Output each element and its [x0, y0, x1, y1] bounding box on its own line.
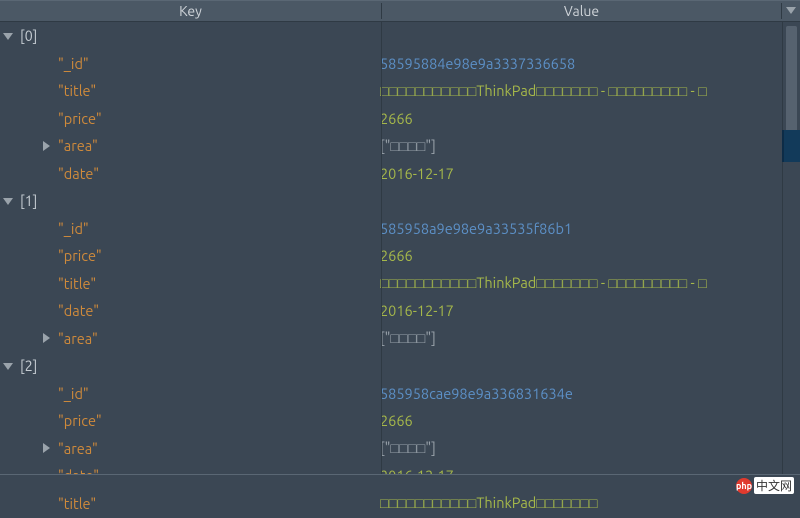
tree-row[interactable]: "_id" 585958cae98e9a336831634e — [0, 380, 781, 408]
expander-closed-icon[interactable] — [40, 442, 52, 454]
key-text: "_id" — [58, 385, 89, 402]
expander-closed-icon[interactable] — [40, 332, 52, 344]
key-text: "area" — [58, 330, 98, 347]
key-cell: "title" — [40, 275, 380, 292]
key-cell: "area" — [40, 137, 380, 154]
key-cell: [1] — [2, 192, 382, 209]
key-text: [0] — [20, 27, 37, 44]
expander-open-icon[interactable] — [2, 30, 14, 42]
watermark-text: 中文网 — [754, 477, 794, 494]
value-cell: 2016-12-17 — [380, 302, 781, 319]
tree-row[interactable]: [0] — [0, 22, 781, 50]
column-header-key[interactable]: Key — [0, 3, 382, 19]
key-cell: [0] — [2, 27, 382, 44]
key-text: "date" — [58, 302, 99, 319]
key-cell: "title" — [40, 82, 380, 99]
tree-row[interactable]: "area" ["□□□□"] — [0, 325, 781, 353]
side-marker — [782, 130, 800, 162]
key-cell: [2] — [2, 357, 382, 374]
column-menu-button[interactable] — [782, 7, 800, 15]
key-text: "_id" — [58, 55, 89, 72]
tree-row[interactable]: "price" 2666 — [0, 407, 781, 435]
tree-row[interactable]: "title" □□□□□□□□□□□ThinkPad□□□□□□□ - □□□□… — [0, 77, 781, 105]
key-text: "title" — [58, 82, 96, 99]
value-cell: 2666 — [380, 412, 781, 429]
value-cell: 2016-12-17 — [380, 165, 781, 182]
value-cell: 2666 — [380, 247, 781, 264]
key-text: "date" — [58, 165, 99, 182]
value-cell: 2666 — [380, 110, 781, 127]
value-cell: ["□□□□"] — [380, 137, 781, 155]
value-cell: □□□□□□□□□□□ThinkPad□□□□□□□ — [380, 494, 781, 512]
column-header-value[interactable]: Value — [382, 3, 782, 19]
tree-row[interactable]: "_id" 585958a9e98e9a33535f86b1 — [0, 215, 781, 243]
key-text: "title" — [58, 495, 96, 512]
key-cell: "_id" — [40, 220, 380, 237]
key-text: "price" — [58, 110, 102, 127]
key-cell: "date" — [40, 302, 380, 319]
key-text: "title" — [58, 275, 96, 292]
vertical-scrollbar[interactable] — [782, 22, 800, 474]
data-tree[interactable]: [0] "_id" 58595884e98e9a3337336658 "title" □… — [0, 22, 781, 496]
key-cell: "area" — [40, 440, 380, 457]
tree-row[interactable]: "area" ["□□□□"] — [0, 435, 781, 463]
tree-row[interactable]: [2] — [0, 352, 781, 380]
key-text: "price" — [58, 412, 102, 429]
key-cell: "title" — [40, 495, 380, 512]
column-divider[interactable] — [381, 22, 382, 474]
php-logo-icon: php — [736, 478, 752, 494]
expander-closed-icon[interactable] — [40, 140, 52, 152]
key-text: "area" — [58, 440, 98, 457]
key-cell: "date" — [40, 165, 380, 182]
value-cell: ["□□□□"] — [380, 439, 781, 457]
chevron-down-icon — [786, 7, 796, 15]
key-cell: "area" — [40, 330, 380, 347]
key-cell: "_id" — [40, 385, 380, 402]
key-text: "_id" — [58, 220, 89, 237]
value-cell: □□□□□□□□□□□ThinkPad□□□□□□□ - □□□□□□□□□ -… — [380, 274, 781, 292]
tree-row[interactable]: "title" □□□□□□□□□□□ThinkPad□□□□□□□ - □□□□… — [0, 270, 781, 298]
value-cell: 585958cae98e9a336831634e — [380, 385, 781, 402]
tree-row[interactable]: "price" 2666 — [0, 105, 781, 133]
key-cell: "_id" — [40, 55, 380, 72]
value-cell: 585958a9e98e9a33535f86b1 — [380, 220, 781, 237]
footer-bar — [0, 474, 800, 496]
watermark-badge: php 中文网 — [736, 477, 794, 494]
key-cell: "price" — [40, 412, 380, 429]
tree-row[interactable]: "date" 2016-12-17 — [0, 160, 781, 188]
value-cell: 58595884e98e9a3337336658 — [380, 55, 781, 72]
tree-row[interactable]: "area" ["□□□□"] — [0, 132, 781, 160]
key-cell: "price" — [40, 110, 380, 127]
value-cell: ["□□□□"] — [380, 329, 781, 347]
expander-open-icon[interactable] — [2, 360, 14, 372]
tree-row[interactable]: [1] — [0, 187, 781, 215]
expander-open-icon[interactable] — [2, 195, 14, 207]
key-text: [2] — [20, 357, 37, 374]
key-text: "area" — [58, 137, 98, 154]
column-header-row: Key Value — [0, 0, 800, 22]
tree-row[interactable]: "_id" 58595884e98e9a3337336658 — [0, 50, 781, 78]
tree-row[interactable]: "price" 2666 — [0, 242, 781, 270]
tree-row[interactable]: "date" 2016-12-17 — [0, 297, 781, 325]
value-cell: □□□□□□□□□□□ThinkPad□□□□□□□ - □□□□□□□□□ -… — [380, 82, 781, 100]
key-text: "price" — [58, 247, 102, 264]
key-cell: "price" — [40, 247, 380, 264]
key-text: [1] — [20, 192, 37, 209]
